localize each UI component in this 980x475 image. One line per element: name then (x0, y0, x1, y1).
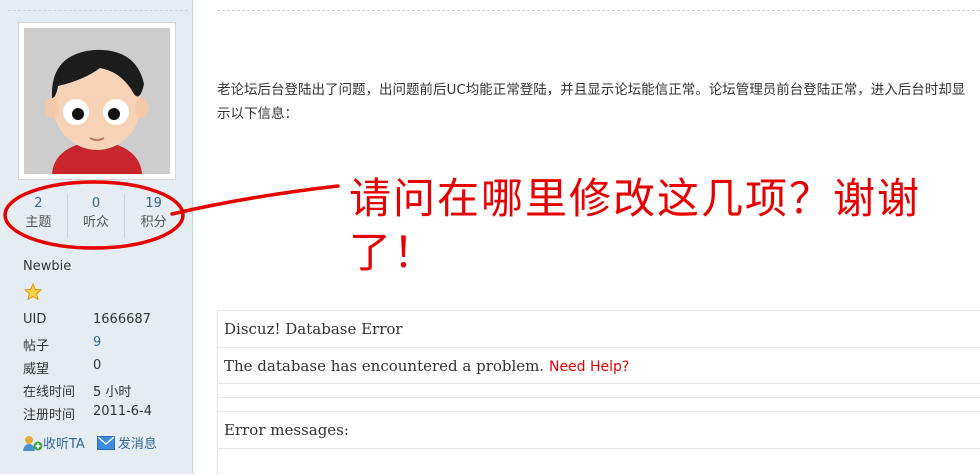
stat-followers-value: 0 (91, 196, 101, 211)
stat-followers-label: 听众 (83, 215, 110, 230)
stat-points-label: 积分 (140, 215, 167, 230)
info-online-time: 在线时间 5 小时 (23, 381, 131, 400)
info-register-date-value: 2011-6-4 (93, 404, 153, 419)
stat-followers[interactable]: 0 听众 (66, 194, 125, 238)
info-uid-value: 1666687 (93, 312, 151, 327)
info-online-time-label: 在线时间 (23, 385, 76, 400)
post-divider (217, 10, 980, 11)
star-icon (23, 282, 43, 305)
stat-topics[interactable]: 2 主题 (10, 194, 67, 238)
avatar[interactable] (18, 22, 176, 180)
sidebar-divider (8, 10, 188, 11)
info-uid: UID 1666687 (23, 312, 151, 327)
error-message: The database has encountered a problem. (224, 357, 545, 375)
info-posts-value[interactable]: 9 (93, 335, 101, 350)
avatar-image (24, 28, 170, 174)
stat-points[interactable]: 19 积分 (124, 194, 182, 238)
envelope-icon (96, 435, 115, 450)
follow-label: 收听TA (43, 437, 85, 452)
info-register-date: 注册时间 2011-6-4 (23, 404, 152, 423)
profile-actions: 收听TA 发消息 (23, 433, 157, 452)
user-stats: 2 主题 0 听众 19 积分 (10, 194, 182, 238)
info-online-time-value: 5 小时 (93, 385, 132, 400)
info-posts-label: 帖子 (23, 339, 50, 354)
database-error-box: Discuz! Database Error The database has … (217, 310, 980, 475)
error-title: Discuz! Database Error (218, 311, 980, 348)
info-posts: 帖子 9 (23, 335, 101, 354)
info-prestige: 威望 0 (23, 358, 101, 377)
annotation-text: 请问在哪里修改这几项？谢谢了！ (349, 174, 922, 277)
stat-topics-value: 2 (34, 196, 43, 211)
author-sidebar: 2 主题 0 听众 19 积分 Newbie UID 1666687 帖子 9 … (0, 0, 193, 474)
need-help-link[interactable]: Need Help? (549, 359, 629, 375)
stat-points-value: 19 (145, 196, 162, 211)
error-spacer-2 (218, 398, 980, 412)
stat-topics-label: 主题 (25, 215, 52, 230)
post-body: 老论坛后台登陆出了问题，出问题前后UC均能正常登陆，并且显示论坛能信正常。论坛管… (217, 82, 966, 122)
error-messages-label: Error messages: (218, 412, 980, 449)
message-label: 发消息 (117, 437, 157, 452)
user-group[interactable]: Newbie (23, 259, 71, 274)
info-prestige-label: 威望 (23, 362, 50, 377)
error-spacer (218, 384, 980, 398)
follow-icon (23, 435, 43, 451)
info-uid-label: UID (23, 312, 47, 327)
info-prestige-value: 0 (93, 358, 102, 373)
error-message-row: The database has encountered a problem. … (218, 348, 980, 384)
post-content: 老论坛后台登陆出了问题，出问题前后UC均能正常登陆，并且显示论坛能信正常。论坛管… (193, 0, 980, 475)
info-register-date-label: 注册时间 (23, 408, 76, 423)
message-button[interactable]: 发消息 (96, 433, 157, 452)
follow-button[interactable]: 收听TA (23, 433, 85, 452)
